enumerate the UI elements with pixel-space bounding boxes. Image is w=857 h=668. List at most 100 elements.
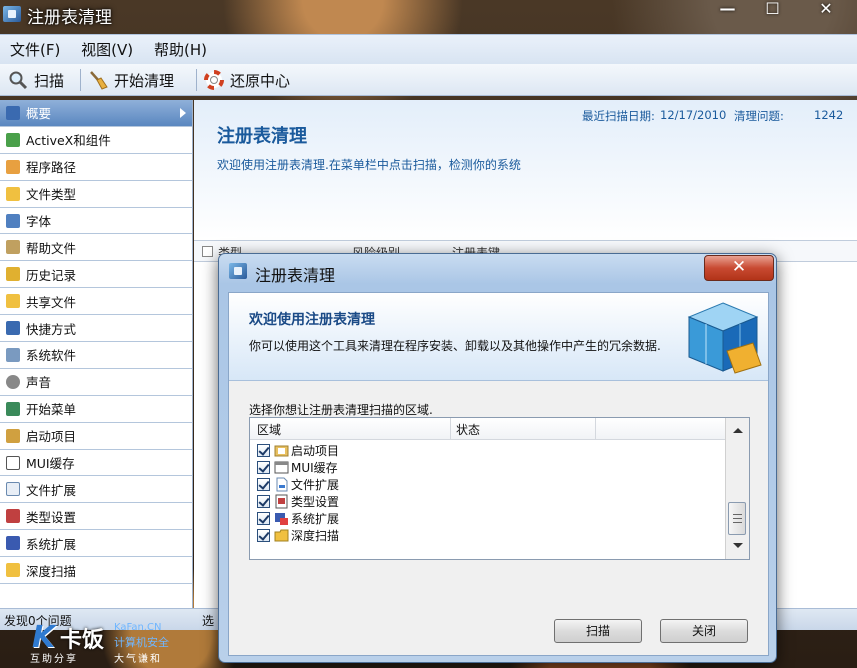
status-mid: 选: [202, 614, 215, 628]
dialog-scan-button[interactable]: 扫描: [554, 619, 642, 643]
scan-label: 扫描: [34, 71, 65, 90]
checkbox-checked[interactable]: [257, 495, 270, 508]
lifebuoy-icon: [204, 70, 224, 90]
sidebar-item-file-types[interactable]: 文件类型: [0, 181, 192, 208]
menu-bar: 文件(F) 视图(V) 帮助(H): [0, 34, 857, 64]
sidebar-item-shortcuts[interactable]: 快捷方式: [0, 315, 192, 343]
scan-areas-list[interactable]: 区域 状态 启动项目 MUI缓存 文件扩展 类型设置 系统扩展 深度扫描: [249, 417, 750, 560]
sidebar-item-label: 系统扩展: [26, 536, 77, 552]
shortcut-icon: [6, 321, 20, 336]
list-item[interactable]: 启动项目: [250, 442, 725, 459]
toolbar-separator: [80, 69, 81, 91]
page-subtitle: 欢迎使用注册表清理.在菜单栏中点击扫描，检测你的系统: [217, 158, 521, 172]
startup-icon: [6, 428, 20, 443]
list-item[interactable]: MUI缓存: [250, 459, 725, 476]
type-settings-icon: [6, 509, 20, 524]
sidebar-item-overview[interactable]: 概要: [0, 100, 192, 127]
window-title: 注册表清理: [27, 8, 112, 28]
sidebar-item-label: MUI缓存: [26, 456, 75, 472]
sidebar-item-deep-scan[interactable]: 深度扫描: [0, 557, 192, 585]
overview-banner: 注册表清理 欢迎使用注册表清理.在菜单栏中点击扫描，检测你的系统 最近扫描日期:…: [194, 100, 857, 240]
sidebar-item-label: 开始菜单: [26, 402, 77, 418]
sidebar-item-help-files[interactable]: 帮助文件: [0, 234, 192, 262]
sidebar-item-history[interactable]: 历史记录: [0, 261, 192, 289]
column-area[interactable]: 区域: [257, 421, 281, 438]
path-icon: [6, 159, 20, 174]
dialog-close-action-button[interactable]: 关闭: [660, 619, 748, 643]
sidebar-item-label: 文件类型: [26, 187, 77, 203]
sidebar-item-label: 快捷方式: [26, 321, 77, 337]
computer-icon: [6, 105, 20, 120]
scroll-thumb[interactable]: [728, 502, 746, 535]
checkbox-checked[interactable]: [257, 461, 270, 474]
shared-folder-icon: [6, 294, 20, 309]
folder-icon: [6, 186, 20, 201]
watermark-logo: K 卡饭 KaFan.CN 计算机安全 互助分享 大气谦和: [30, 620, 180, 665]
list-item-label: 类型设置: [291, 495, 340, 509]
list-item[interactable]: 系统扩展: [250, 510, 725, 527]
maximize-button[interactable]: ☐: [750, 0, 795, 20]
list-item-label: MUI缓存: [291, 461, 338, 475]
list-item[interactable]: 文件扩展: [250, 476, 725, 493]
column-status[interactable]: 状态: [456, 421, 480, 438]
sidebar-item-startup[interactable]: 启动项目: [0, 423, 192, 450]
list-scrollbar[interactable]: [725, 418, 749, 559]
sidebar-item-label: 帮助文件: [26, 240, 77, 256]
component-icon: [6, 132, 20, 147]
menu-file[interactable]: 文件(F): [0, 35, 67, 60]
sidebar-item-label: 启动项目: [26, 429, 77, 445]
restore-center-button[interactable]: 还原中心: [204, 68, 290, 92]
toolbar: 扫描 开始清理 还原中心: [0, 64, 857, 96]
type-settings-icon: [274, 494, 289, 509]
select-all-checkbox[interactable]: [202, 246, 213, 257]
sidebar-item-mui-cache[interactable]: MUI缓存: [0, 450, 192, 477]
font-icon: [6, 213, 20, 228]
menu-view[interactable]: 视图(V): [71, 35, 140, 60]
list-item[interactable]: 类型设置: [250, 493, 725, 510]
list-item-label: 系统扩展: [291, 512, 340, 526]
sidebar-item-start-menu[interactable]: 开始菜单: [0, 396, 192, 423]
system-extension-icon: [274, 511, 289, 526]
sidebar-item-fonts[interactable]: 字体: [0, 208, 192, 235]
system-software-icon: [6, 347, 20, 362]
sidebar-item-program-paths[interactable]: 程序路径: [0, 154, 192, 181]
scroll-down-icon[interactable]: [733, 543, 743, 548]
sidebar-item-type-settings[interactable]: 类型设置: [0, 503, 192, 531]
checkbox-checked[interactable]: [257, 512, 270, 525]
dialog-app-icon: [229, 263, 247, 279]
sidebar-item-label: 共享文件: [26, 294, 77, 310]
scan-button[interactable]: 扫描: [8, 68, 64, 92]
main-titlebar[interactable]: 注册表清理 — ☐ ✕: [0, 0, 857, 30]
sidebar-item-label: 程序路径: [26, 160, 77, 176]
start-clean-button[interactable]: 开始清理: [88, 68, 174, 92]
menu-help[interactable]: 帮助(H): [144, 35, 214, 60]
list-item-label: 启动项目: [291, 444, 340, 458]
minimize-button[interactable]: —: [705, 0, 750, 20]
sidebar-item-sounds[interactable]: 声音: [0, 369, 192, 396]
dialog-description: 你可以使用这个工具来清理在程序安装、卸载以及其他操作中产生的冗余数据.: [249, 339, 661, 353]
checkbox-checked[interactable]: [257, 529, 270, 542]
watermark-line3: 大气谦和: [114, 654, 162, 665]
checkbox-checked[interactable]: [257, 478, 270, 491]
system-extension-icon: [6, 536, 20, 551]
sidebar-item-file-extensions[interactable]: 文件扩展: [0, 476, 192, 504]
sidebar-item-system-extensions[interactable]: 系统扩展: [0, 530, 192, 558]
dialog-heading: 欢迎使用注册表清理: [249, 312, 375, 328]
file-icon: [274, 477, 289, 492]
registry-cube-icon: [683, 299, 763, 379]
close-button[interactable]: ✕: [795, 0, 857, 20]
list-item[interactable]: 深度扫描: [250, 527, 725, 544]
sidebar: 概要 ActiveX和组件 程序路径 文件类型 字体 帮助文件 历史记录 共享文…: [0, 100, 193, 608]
last-scan-label: 最近扫描日期:: [582, 109, 655, 123]
dialog-close-button[interactable]: ✕: [704, 255, 774, 281]
sidebar-item-label: ActiveX和组件: [26, 133, 111, 149]
deep-scan-icon: [274, 528, 289, 543]
broom-icon: [88, 70, 108, 90]
checkbox-checked[interactable]: [257, 444, 270, 457]
scroll-up-icon[interactable]: [733, 428, 743, 433]
help-file-icon: [6, 240, 20, 255]
sidebar-item-shared-files[interactable]: 共享文件: [0, 288, 192, 316]
sidebar-item-activex[interactable]: ActiveX和组件: [0, 127, 192, 154]
sidebar-item-label: 深度扫描: [26, 563, 77, 579]
sidebar-item-system-software[interactable]: 系统软件: [0, 342, 192, 369]
